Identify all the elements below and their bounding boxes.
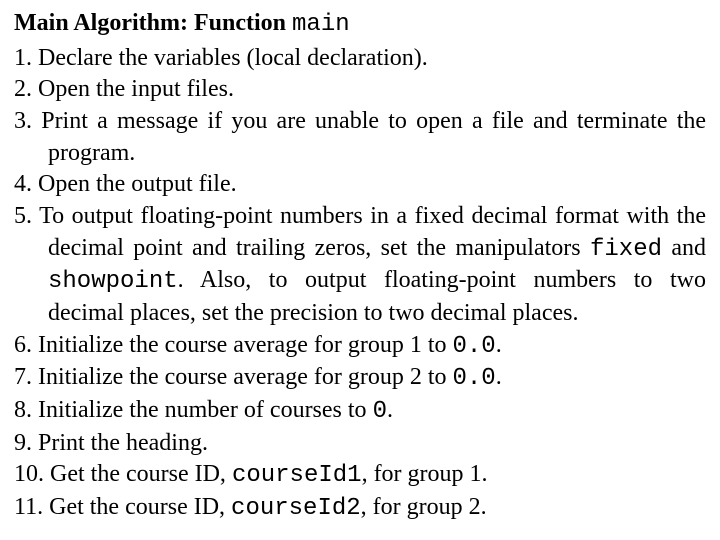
step-text: and [662, 235, 706, 261]
step-number: 10. [14, 461, 44, 487]
algorithm-step: 10. Get the course ID, courseId1, for gr… [14, 459, 706, 492]
step-code: courseId2 [231, 495, 361, 522]
step-text: Initialize the course average for group … [38, 332, 453, 358]
algorithm-step: 5. To output floating-point numbers in a… [14, 201, 706, 330]
algorithm-page: Main Algorithm: Function main 1. Declare… [0, 0, 720, 533]
step-code: showpoint [48, 268, 178, 295]
algorithm-step: 4. Open the output file. [14, 169, 706, 201]
algorithm-step: 1. Declare the variables (local declarat… [14, 43, 706, 75]
algorithm-step: 8. Initialize the number of courses to 0… [14, 395, 706, 428]
step-code: courseId1 [232, 462, 362, 489]
step-text: Open the output file. [38, 171, 237, 197]
algorithm-step: 3. Print a message if you are unable to … [14, 106, 706, 169]
step-code: 0 [373, 398, 387, 425]
title-function-name: main [292, 11, 350, 38]
step-number: 2. [14, 76, 32, 102]
step-text: Initialize the course average for group … [38, 364, 453, 390]
step-text: Declare the variables (local declaration… [38, 45, 428, 71]
algorithm-title: Main Algorithm: Function main [14, 8, 706, 41]
step-text: Print a message if you are unable to ope… [41, 108, 706, 166]
step-text: Get the course ID, [50, 461, 232, 487]
step-number: 1. [14, 45, 32, 71]
algorithm-step: 2. Open the input files. [14, 74, 706, 106]
step-number: 5. [14, 203, 32, 229]
algorithm-step: 6. Initialize the course average for gro… [14, 330, 706, 363]
step-text: . [496, 332, 502, 358]
algorithm-step: 9. Print the heading. [14, 428, 706, 460]
step-code: 0.0 [453, 365, 496, 392]
step-number: 8. [14, 397, 32, 423]
step-text: Initialize the number of courses to [38, 397, 373, 423]
step-text: , for group 2. [361, 494, 487, 520]
step-number: 3. [14, 108, 32, 134]
algorithm-step: 7. Initialize the course average for gro… [14, 362, 706, 395]
algorithm-steps: 1. Declare the variables (local declarat… [14, 43, 706, 525]
step-number: 4. [14, 171, 32, 197]
step-number: 11. [14, 494, 43, 520]
title-prefix: Main Algorithm: Function [14, 10, 292, 36]
step-text: , for group 1. [362, 461, 488, 487]
algorithm-step: 11. Get the course ID, courseId2, for gr… [14, 492, 706, 525]
step-number: 6. [14, 332, 32, 358]
step-code: 0.0 [453, 333, 496, 360]
step-text: . [387, 397, 393, 423]
step-text: Get the course ID, [49, 494, 231, 520]
step-text: Print the heading. [38, 430, 208, 456]
step-code: fixed [590, 236, 662, 263]
step-text: Open the input files. [38, 76, 234, 102]
step-number: 7. [14, 364, 32, 390]
step-number: 9. [14, 430, 32, 456]
step-text: . [496, 364, 502, 390]
